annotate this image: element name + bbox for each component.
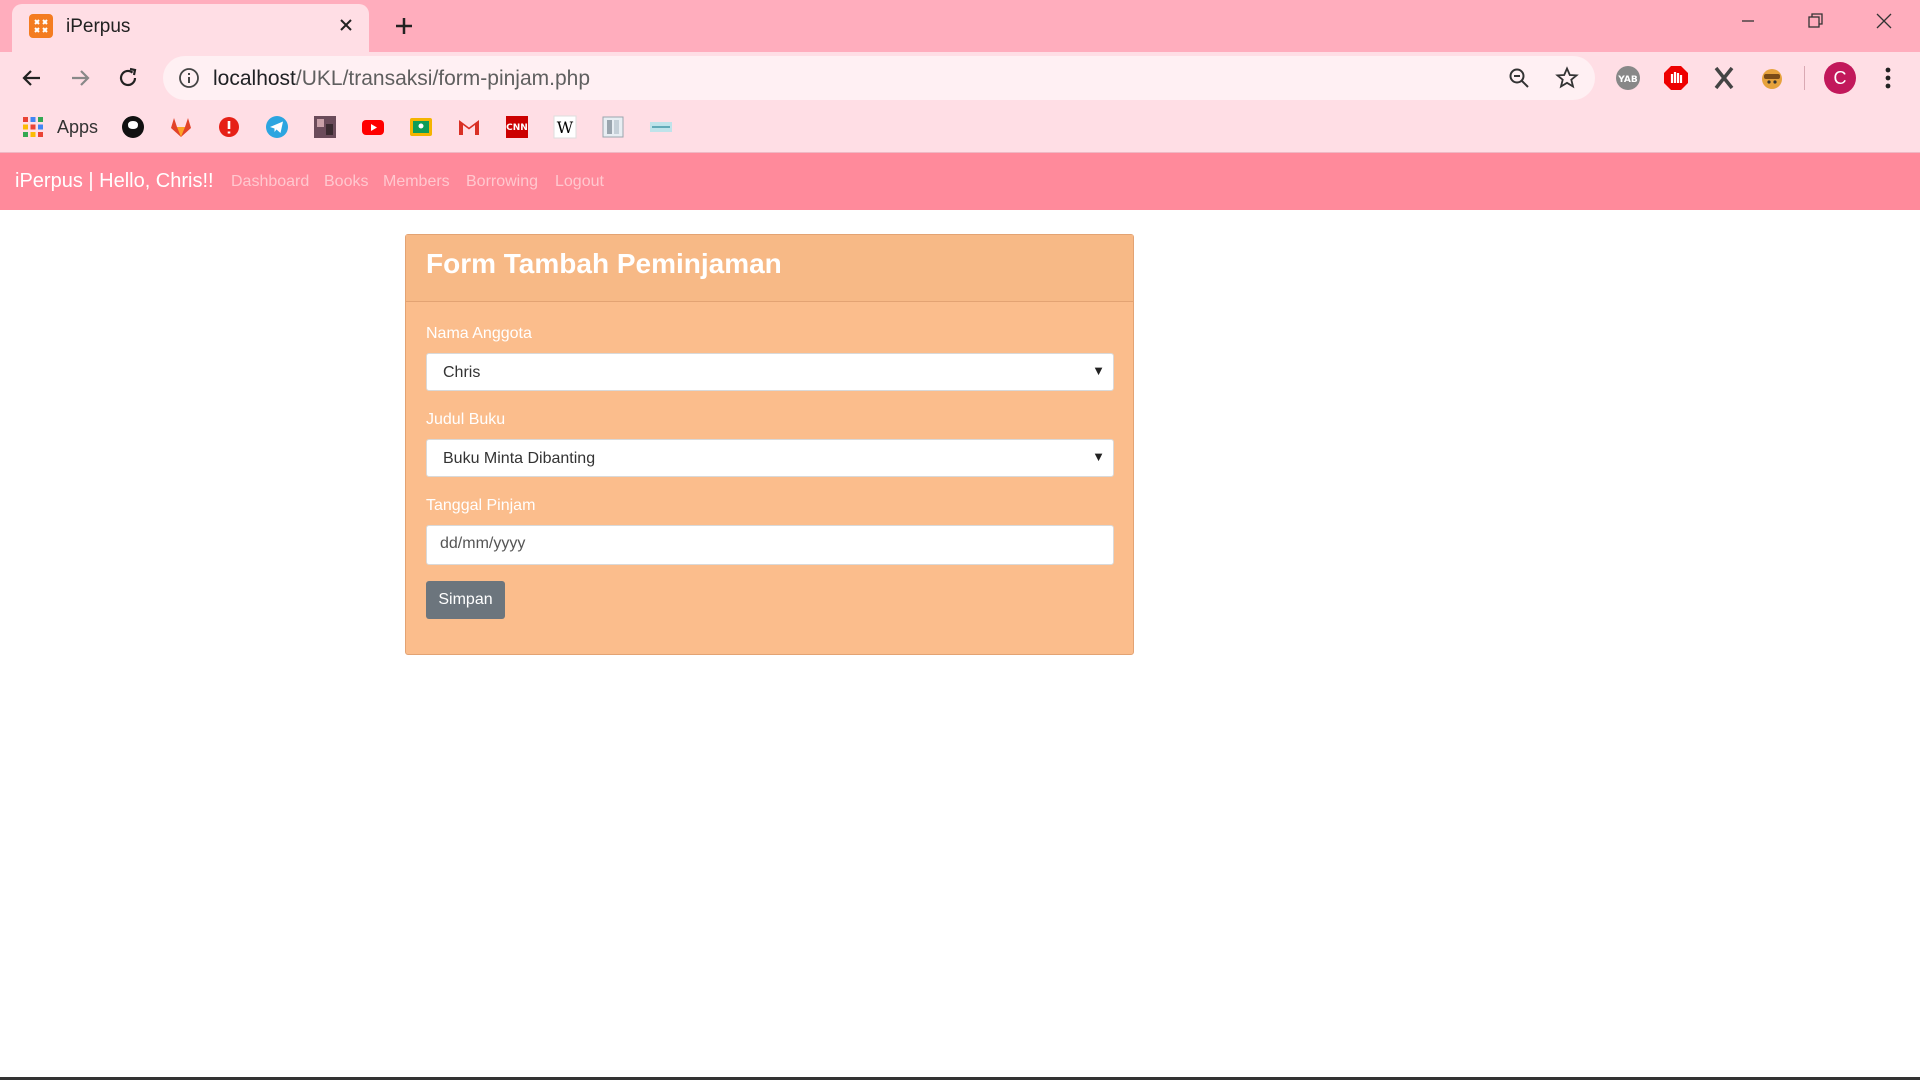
alert-icon[interactable] xyxy=(216,114,242,140)
telegram-icon[interactable] xyxy=(264,114,290,140)
save-button[interactable]: Simpan xyxy=(426,581,505,619)
address-bar[interactable]: localhost/UKL/transaksi/form-pinjam.php xyxy=(163,56,1595,100)
svg-text:CNN: CNN xyxy=(506,123,528,133)
monkey-extension-icon[interactable] xyxy=(1758,64,1786,92)
close-tab-icon[interactable] xyxy=(333,12,359,38)
date-placeholder: dd/mm/yyyy xyxy=(440,535,526,552)
date-label: Tanggal Pinjam xyxy=(426,497,536,514)
back-icon[interactable] xyxy=(14,60,50,96)
nav-link-dashboard[interactable]: Dashboard xyxy=(231,173,309,191)
youtube-icon[interactable] xyxy=(360,114,386,140)
close-window-icon[interactable] xyxy=(1852,0,1916,42)
card-header: Form Tambah Peminjaman xyxy=(406,235,1133,302)
reload-icon[interactable] xyxy=(110,60,146,96)
minimize-icon[interactable] xyxy=(1716,0,1780,42)
apps-label[interactable]: Apps xyxy=(57,117,98,138)
x-extension-icon[interactable] xyxy=(1710,64,1738,92)
gmail-icon[interactable] xyxy=(456,114,482,140)
borrow-date-input[interactable]: dd/mm/yyyy xyxy=(426,525,1114,565)
member-select-value: Chris xyxy=(443,364,481,381)
forward-icon[interactable] xyxy=(62,60,98,96)
toolbar-divider xyxy=(1804,66,1805,90)
url-text[interactable]: localhost/UKL/transaksi/form-pinjam.php xyxy=(213,67,590,91)
profile-avatar[interactable]: C xyxy=(1824,62,1856,94)
member-label: Nama Anggota xyxy=(426,325,532,342)
dropdown-arrow-icon: ▼ xyxy=(1092,449,1105,464)
gitlab-icon[interactable] xyxy=(168,114,194,140)
site-brand[interactable]: iPerpus | Hello, Chris!! xyxy=(15,170,214,193)
book-label: Judul Buku xyxy=(426,411,506,428)
svg-text:YAB: YAB xyxy=(1617,75,1638,85)
form-title: Form Tambah Peminjaman xyxy=(426,248,782,279)
xampp-favicon-icon xyxy=(29,14,53,38)
reader-icon[interactable] xyxy=(600,114,626,140)
dropdown-arrow-icon: ▼ xyxy=(1092,363,1105,378)
kebab-menu-icon[interactable] xyxy=(1874,62,1902,94)
cnn-icon[interactable]: CNN xyxy=(504,114,530,140)
borrow-form-card: Form Tambah Peminjaman Nama Anggota Chri… xyxy=(405,234,1134,655)
bookmark-icon[interactable] xyxy=(648,114,674,140)
book-select-value: Buku Minta Dibanting xyxy=(443,450,596,467)
yab-extension-icon[interactable]: YAB xyxy=(1614,64,1642,92)
browser-tab[interactable]: iPerpus xyxy=(12,4,369,52)
new-tab-icon[interactable] xyxy=(388,10,420,42)
book-select[interactable]: Buku Minta Dibanting ▼ xyxy=(426,439,1114,477)
nav-link-books[interactable]: Books xyxy=(324,173,368,191)
github-icon[interactable] xyxy=(120,114,146,140)
classroom-icon[interactable] xyxy=(408,114,434,140)
member-select[interactable]: Chris ▼ xyxy=(426,353,1114,391)
browser-tab-strip: iPerpus xyxy=(0,0,1920,52)
zoom-out-icon[interactable] xyxy=(1507,66,1531,90)
apps-grid-icon[interactable] xyxy=(20,114,46,140)
nav-link-borrowing[interactable]: Borrowing xyxy=(466,173,538,191)
site-navbar: iPerpus | Hello, Chris!! Dashboard Books… xyxy=(0,153,1920,210)
url-path: /UKL/transaksi/form-pinjam.php xyxy=(295,67,591,90)
wikipedia-icon[interactable]: W xyxy=(552,114,578,140)
info-icon[interactable] xyxy=(177,66,201,90)
browser-toolbar: localhost/UKL/transaksi/form-pinjam.php … xyxy=(0,52,1920,104)
photo-icon[interactable] xyxy=(312,114,338,140)
adblock-extension-icon[interactable] xyxy=(1662,64,1690,92)
tab-title: iPerpus xyxy=(66,16,131,37)
url-host: localhost xyxy=(213,67,296,90)
nav-link-members[interactable]: Members xyxy=(383,173,450,191)
nav-link-logout[interactable]: Logout xyxy=(555,173,604,191)
bookmarks-bar: Apps CNN W xyxy=(0,104,1920,153)
svg-text:W: W xyxy=(557,118,574,137)
restore-icon[interactable] xyxy=(1784,0,1848,42)
bookmark-star-icon[interactable] xyxy=(1555,66,1579,90)
